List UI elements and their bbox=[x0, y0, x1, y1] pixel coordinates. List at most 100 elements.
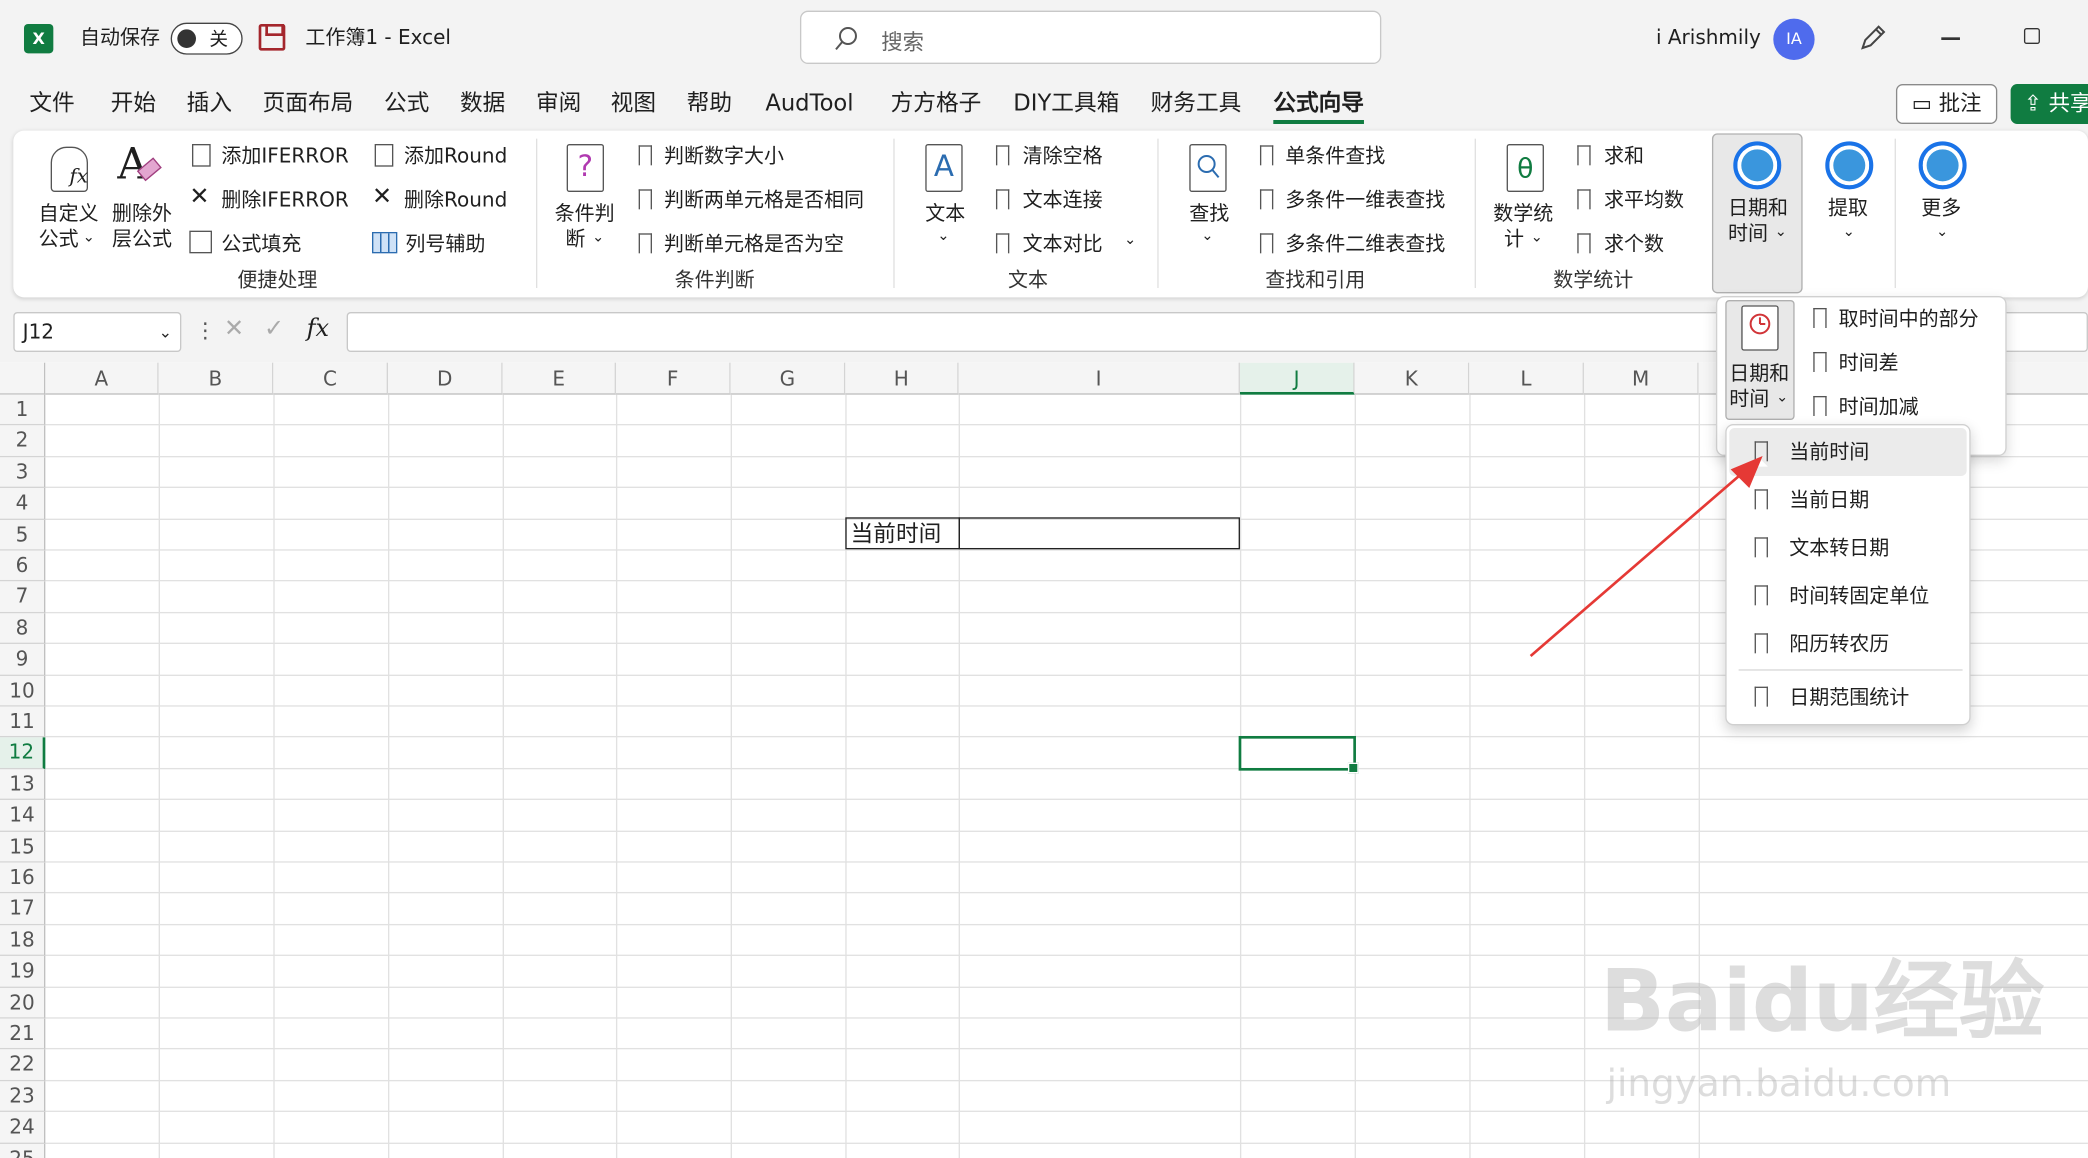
share-button[interactable]: ⇪ 共享 bbox=[2010, 83, 2088, 124]
column-header[interactable]: B bbox=[158, 362, 274, 395]
column-header[interactable]: G bbox=[730, 362, 846, 395]
date-range-stats-item[interactable]: 日期范围统计 bbox=[1789, 684, 1909, 711]
text-to-date-item[interactable]: 文本转日期 bbox=[1789, 535, 1889, 562]
chevron-down-icon[interactable]: ⌄ bbox=[159, 313, 172, 350]
row-header[interactable]: 4 bbox=[0, 488, 46, 520]
column-header[interactable]: L bbox=[1469, 362, 1584, 395]
row-header[interactable]: 19 bbox=[0, 956, 46, 988]
row-header[interactable]: 25 bbox=[0, 1143, 46, 1158]
row-header[interactable]: 10 bbox=[0, 675, 46, 707]
search-box[interactable]: 搜索 bbox=[799, 10, 1382, 64]
menu-review[interactable]: 审阅 bbox=[536, 88, 581, 120]
column-header[interactable]: J bbox=[1239, 362, 1355, 395]
single-lookup-button[interactable]: 单条件查找 bbox=[1285, 143, 1385, 170]
user-name[interactable]: i Arishmily bbox=[1656, 24, 1761, 51]
multi-2d-lookup-button[interactable]: 多条件二维表查找 bbox=[1285, 231, 1445, 258]
current-time-item[interactable]: 当前时间 bbox=[1789, 439, 1869, 466]
column-header[interactable]: I bbox=[958, 362, 1240, 395]
math-button-line1[interactable]: 数学统 bbox=[1493, 200, 1553, 227]
column-header[interactable]: H bbox=[845, 362, 959, 395]
confirm-icon[interactable]: ✓ bbox=[264, 315, 284, 343]
row-header[interactable]: 24 bbox=[0, 1112, 46, 1144]
more-button[interactable]: 更多 bbox=[1921, 195, 1961, 222]
cancel-icon[interactable]: ✕ bbox=[224, 315, 244, 343]
delete-iferror-button[interactable]: 删除IFERROR bbox=[221, 187, 348, 214]
row-header[interactable]: 2 bbox=[0, 425, 46, 458]
average-button[interactable]: 求平均数 bbox=[1604, 187, 1684, 214]
pen-icon[interactable] bbox=[1857, 21, 1889, 53]
row-header[interactable]: 14 bbox=[0, 800, 46, 832]
menu-data[interactable]: 数据 bbox=[460, 88, 505, 120]
custom-formula-line2[interactable]: 公式 bbox=[39, 225, 79, 252]
menu-view[interactable]: 视图 bbox=[611, 88, 656, 120]
menu-diy-toolbox[interactable]: DIY工具箱 bbox=[1013, 88, 1119, 120]
row-header[interactable]: 7 bbox=[0, 581, 46, 614]
add-iferror-button[interactable]: 添加IFERROR bbox=[221, 143, 348, 170]
lookup-button[interactable]: 查找 bbox=[1189, 200, 1229, 227]
column-header[interactable]: C bbox=[273, 362, 388, 395]
column-header[interactable]: K bbox=[1354, 362, 1470, 395]
cell-empty-button[interactable]: 判断单元格是否为空 bbox=[664, 231, 844, 258]
trim-spaces-button[interactable]: 清除空格 bbox=[1023, 143, 1103, 170]
current-date-item[interactable]: 当前日期 bbox=[1789, 487, 1869, 514]
column-header[interactable]: M bbox=[1583, 362, 1699, 395]
condition-button-line2[interactable]: 断 bbox=[565, 225, 585, 252]
menu-formula-wizard[interactable]: 公式向导 bbox=[1273, 88, 1364, 124]
column-header[interactable]: E bbox=[502, 362, 616, 395]
row-header[interactable]: 18 bbox=[0, 925, 46, 957]
row-header[interactable]: 15 bbox=[0, 831, 46, 863]
autosave-toggle[interactable]: 关 bbox=[170, 22, 243, 55]
row-header[interactable]: 16 bbox=[0, 862, 46, 894]
column-helper-button[interactable]: 列号辅助 bbox=[405, 231, 485, 258]
delete-round-button[interactable]: 删除Round bbox=[404, 187, 507, 214]
row-header[interactable]: 8 bbox=[0, 613, 46, 645]
solar-to-lunar-item[interactable]: 阳历转农历 bbox=[1789, 631, 1889, 658]
row-header[interactable]: 9 bbox=[0, 644, 46, 676]
comment-button[interactable]: ▭ 批注 bbox=[1895, 83, 1998, 124]
row-header[interactable]: 22 bbox=[0, 1049, 46, 1082]
menu-help[interactable]: 帮助 bbox=[687, 88, 732, 120]
datetime-button-line2[interactable]: 时间 bbox=[1728, 220, 1768, 247]
menu-file[interactable]: 文件 bbox=[29, 88, 74, 120]
compare-number-button[interactable]: 判断数字大小 bbox=[664, 143, 784, 170]
row-header[interactable]: 12 bbox=[0, 737, 46, 770]
row-header[interactable]: 5 bbox=[0, 519, 46, 551]
time-to-unit-item[interactable]: 时间转固定单位 bbox=[1789, 583, 1929, 610]
restore-icon[interactable] bbox=[2023, 27, 2040, 44]
row-header[interactable]: 3 bbox=[0, 457, 46, 489]
condition-button-line1[interactable]: 条件判 bbox=[555, 200, 615, 227]
row-header[interactable]: 6 bbox=[0, 550, 46, 582]
select-all-corner[interactable] bbox=[0, 362, 46, 395]
sum-button[interactable]: 求和 bbox=[1604, 143, 1644, 170]
avatar[interactable]: IA bbox=[1773, 18, 1815, 60]
row-header[interactable]: 20 bbox=[0, 987, 46, 1019]
text-compare-button[interactable]: 文本对比 bbox=[1023, 231, 1103, 258]
custom-formula-line1[interactable]: 自定义 bbox=[39, 200, 99, 227]
cell-i5[interactable] bbox=[958, 517, 1240, 550]
remove-outer-formula-line2[interactable]: 层公式 bbox=[112, 225, 172, 252]
time-add-item[interactable]: 时间加减 bbox=[1839, 393, 1919, 420]
time-diff-item[interactable]: 时间差 bbox=[1839, 349, 1899, 376]
menu-finance-tools[interactable]: 财务工具 bbox=[1151, 88, 1242, 120]
save-icon[interactable] bbox=[258, 23, 286, 51]
chevron-down-icon[interactable]: ⌄ bbox=[1124, 231, 1136, 248]
menu-fangfang[interactable]: 方方格子 bbox=[891, 88, 982, 120]
compare-cells-button[interactable]: 判断两单元格是否相同 bbox=[664, 187, 864, 214]
add-round-button[interactable]: 添加Round bbox=[404, 143, 507, 170]
remove-outer-formula-line1[interactable]: 删除外 bbox=[112, 200, 172, 227]
row-header[interactable]: 17 bbox=[0, 893, 46, 926]
menu-insert[interactable]: 插入 bbox=[187, 88, 232, 120]
column-header[interactable]: D bbox=[387, 362, 503, 395]
row-header[interactable]: 11 bbox=[0, 706, 46, 738]
row-header[interactable]: 1 bbox=[0, 394, 46, 426]
row-header[interactable]: 21 bbox=[0, 1018, 46, 1050]
menu-home[interactable]: 开始 bbox=[111, 88, 156, 120]
math-button-line2[interactable]: 计 bbox=[1504, 225, 1524, 252]
selected-cell-j12[interactable] bbox=[1238, 735, 1359, 774]
column-header[interactable]: A bbox=[45, 362, 159, 395]
formula-fill-button[interactable]: 公式填充 bbox=[221, 231, 301, 258]
multi-1d-lookup-button[interactable]: 多条件一维表查找 bbox=[1285, 187, 1445, 214]
extract-button[interactable]: 提取 bbox=[1828, 195, 1868, 222]
name-box[interactable]: J12 ⌄ bbox=[13, 311, 182, 352]
text-join-button[interactable]: 文本连接 bbox=[1023, 187, 1103, 214]
